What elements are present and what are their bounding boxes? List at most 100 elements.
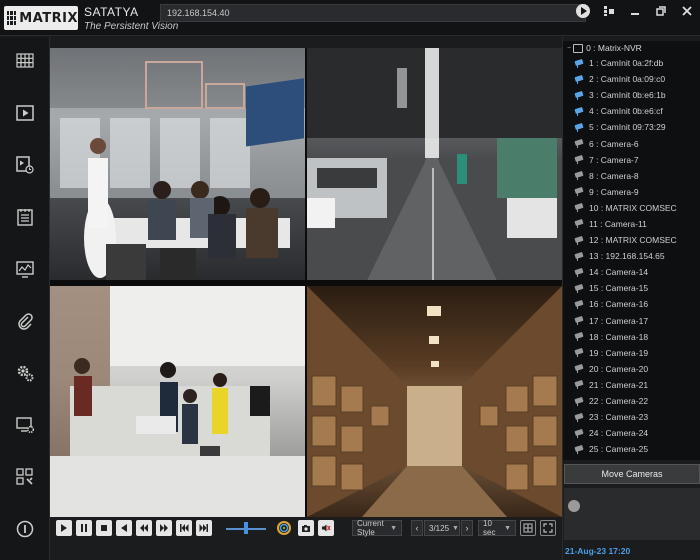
color-wheel-icon [277,521,291,535]
play-circle-icon [576,4,590,18]
device-panel: − 0 : Matrix-NVR 1 : CamInit 0a:2f:db 2 :… [562,37,700,560]
live-view-button[interactable] [13,49,37,73]
tree-item-camera[interactable]: 1 : CamInit 0a:2f:db [563,55,700,71]
tree-item-camera[interactable]: 11 : Camera-11 [563,216,700,232]
logo-text: MATRIX [19,10,78,26]
grid-layout-icon [16,53,34,68]
tree-item-camera[interactable]: 20 : Camera-20 [563,361,700,377]
tree-item-camera[interactable]: 9 : Camera-9 [563,184,700,200]
tree-item-camera[interactable]: 17 : Camera-17 [563,313,700,329]
tree-item-label: 10 : MATRIX COMSEC [589,202,677,213]
info-button[interactable] [13,517,37,541]
tree-item-camera[interactable]: 21 : Camera-21 [563,377,700,393]
datetime-label: 21-Aug-23 17:20 [565,546,631,556]
skip-back-button[interactable] [176,520,192,536]
fullscreen-button[interactable] [540,520,556,536]
chevron-left-icon: ‹ [415,523,419,533]
tree-item-camera[interactable]: 16 : Camera-16 [563,296,700,312]
volume-slider-handle[interactable] [244,522,248,534]
camera-icon [575,59,585,68]
video-tile-parking-garage[interactable] [307,48,562,280]
rewind-button[interactable] [136,520,152,536]
video-tile-warehouse[interactable] [307,286,562,517]
tree-item-label: 18 : Camera-18 [589,331,649,342]
color-settings-button[interactable] [276,520,292,536]
chevron-down-icon: ▼ [452,524,459,532]
layout-menu-button[interactable] [602,4,616,18]
reports-button[interactable] [13,205,37,229]
tree-item-camera[interactable]: 7 : Camera-7 [563,152,700,168]
tree-item-label: 11 : Camera-11 [589,218,647,229]
video-tile-office[interactable] [50,286,305,517]
camera-icon [575,139,585,149]
warehouse-scene [307,286,562,517]
reverse-play-button[interactable] [116,520,132,536]
camera-icon [575,300,585,309]
skip-forward-button[interactable] [196,520,212,536]
tree-item-camera[interactable]: 25 : Camera-25 [563,441,700,457]
tree-item-camera[interactable]: 13 : 192.168.154.65 [563,248,700,264]
page-next-button[interactable]: › [461,520,473,536]
address-field[interactable]: 192.168.154.40 [160,4,586,22]
tree-item-camera[interactable]: 12 : MATRIX COMSEC [563,232,700,248]
camera-icon [575,413,585,422]
user-status-icon[interactable] [568,500,580,512]
settings-button[interactable] [13,361,37,385]
tree-root-nvr[interactable]: − 0 : Matrix-NVR [563,41,700,55]
tree-item-camera[interactable]: 6 : Camera-6 [563,135,700,151]
display-settings-button[interactable] [13,413,37,437]
tree-item-camera[interactable]: 19 : Camera-19 [563,345,700,361]
camera-icon [575,171,585,181]
tree-item-label: 3 : CamInit 0b:e6:1b [589,90,666,101]
stop-button[interactable] [96,520,112,536]
move-cameras-button[interactable]: Move Cameras [564,464,700,484]
page-select[interactable]: 3/125 ▼ [424,520,460,536]
camera-icon [575,364,585,374]
tree-item-camera[interactable]: 10 : MATRIX COMSEC [563,200,700,216]
tree-item-camera[interactable]: 18 : Camera-18 [563,329,700,345]
tree-item-camera[interactable]: 15 : Camera-15 [563,280,700,296]
network-icon [604,6,614,16]
brand-tagline: The Persistent Vision [84,21,179,32]
skip-back-icon [180,524,189,532]
tree-item-label: 24 : Camera-24 [589,428,649,439]
tree-item-camera[interactable]: 5 : CamInit 09:73:29 [563,119,700,135]
tree-item-camera[interactable]: 3 : CamInit 0b:e6:1b [563,87,700,103]
tree-item-label: 22 : Camera-22 [589,396,649,407]
conference-room-scene [50,61,305,280]
tree-item-camera[interactable]: 8 : Camera-8 [563,168,700,184]
tree-item-camera[interactable]: 24 : Camera-24 [563,425,700,441]
play-button[interactable] [56,520,72,536]
collapse-icon[interactable]: − [567,45,571,52]
tree-item-camera[interactable]: 22 : Camera-22 [563,393,700,409]
mute-icon [322,524,331,532]
pause-button[interactable] [76,520,92,536]
tree-item-camera[interactable]: 23 : Camera-23 [563,409,700,425]
restore-button[interactable] [654,4,668,18]
attachments-button[interactable] [13,309,37,333]
power-info-icon [16,520,34,538]
snapshot-button[interactable] [298,520,314,536]
page-prev-button[interactable]: ‹ [411,520,423,536]
video-tile-conference-room[interactable] [50,48,305,280]
tools-button[interactable] [13,465,37,489]
sequence-interval-select[interactable]: 10 sec ▼ [478,519,516,537]
event-search-button[interactable] [13,153,37,177]
mute-button[interactable] [318,520,334,536]
live-play-button[interactable] [576,4,590,18]
tree-item-camera[interactable]: 4 : CamInit 0b:e6:cf [563,103,700,119]
camera-icon [575,107,585,116]
sequence-button[interactable] [520,520,536,536]
close-button[interactable] [680,4,694,18]
fullscreen-icon [543,523,553,533]
minimize-button[interactable] [628,4,642,18]
tree-item-label: 15 : Camera-15 [589,283,649,294]
tree-item-camera[interactable]: 2 : CamInit 0a:09:c0 [563,71,700,87]
fast-forward-button[interactable] [156,520,172,536]
style-select[interactable]: Current Style ▼ [352,519,402,537]
playback-button[interactable] [13,101,37,125]
tree-item-camera[interactable]: 14 : Camera-14 [563,264,700,280]
camera-icon [575,268,585,277]
system-monitor-button[interactable] [13,257,37,281]
parking-garage-scene [307,48,562,280]
